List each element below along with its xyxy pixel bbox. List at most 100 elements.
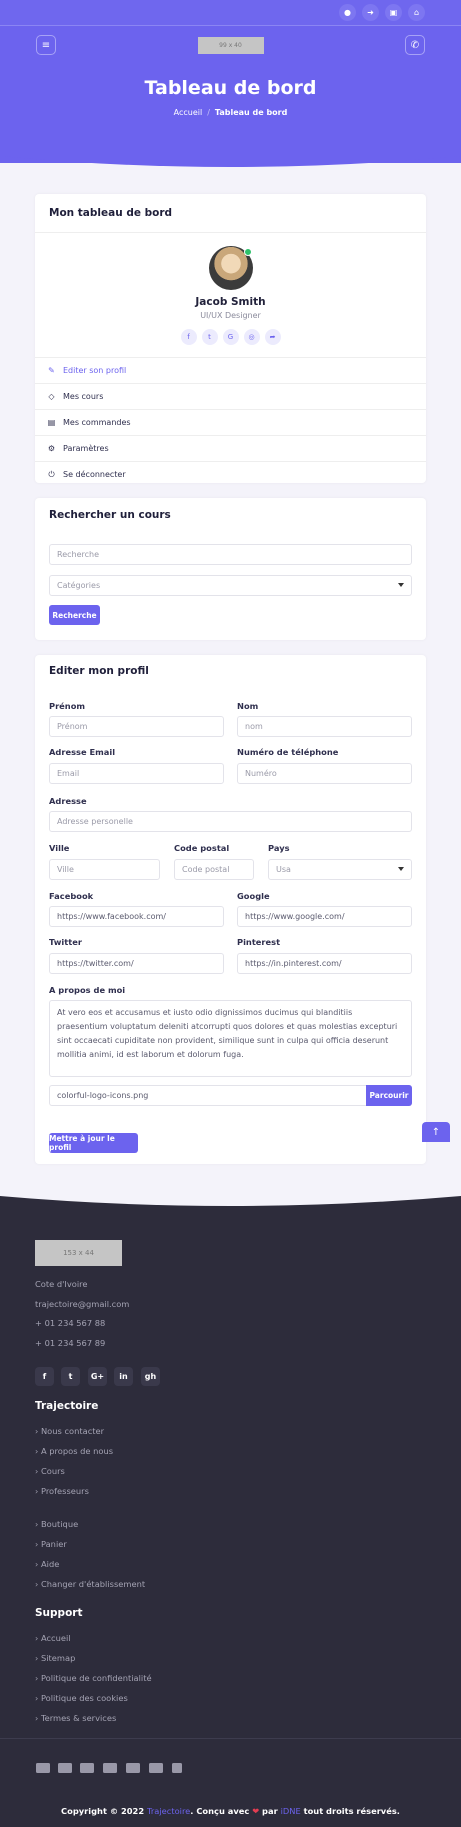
nom-label: Nom [237, 701, 259, 711]
dashboard-menu: ✎ Editer son profil ◇ Mes cours ▤ Mes comma… [35, 357, 426, 487]
search-card: Rechercher un cours Recherche Catégories… [35, 498, 426, 640]
discover-icon [126, 1763, 140, 1773]
menu-item-edit-profile[interactable]: ✎ Editer son profil [35, 357, 426, 383]
pinterest-input[interactable]: https://in.pinterest.com/ [237, 953, 412, 974]
update-profile-button[interactable]: Mettre à jour le profil [49, 1133, 138, 1153]
postal-code-input[interactable]: Code postal [174, 859, 254, 880]
footer-twitter-icon[interactable]: t [61, 1367, 80, 1386]
footer-support-title: Support [35, 1607, 83, 1619]
city-input[interactable]: Ville [49, 859, 160, 880]
email-input[interactable]: Email [49, 763, 224, 784]
layers-icon: ◇ [48, 392, 55, 401]
copyright-brand[interactable]: Trajectoire [147, 1806, 190, 1816]
phone-icon[interactable]: ✆ [405, 35, 425, 55]
about-label: A propos de moi [49, 985, 126, 995]
sign-in-icon[interactable]: ➜ [362, 4, 379, 21]
dribbble-icon[interactable]: ◎ [243, 329, 260, 345]
prenom-input[interactable]: Prénom [49, 716, 224, 737]
facebook-icon[interactable]: f [180, 329, 197, 345]
footer-email[interactable]: trajectoire@gmail.com [35, 1299, 129, 1309]
copyright-prefix: Copyright © 2022 [61, 1806, 145, 1816]
profile-social-links: f t G ◎ ➦ [35, 329, 426, 345]
breadcrumb-separator: / [207, 108, 210, 117]
footer-phone-2[interactable]: + 01 234 567 89 [35, 1338, 105, 1348]
search-input[interactable]: Recherche [49, 544, 412, 565]
visa-icon [58, 1763, 72, 1773]
country-select[interactable]: Usa [268, 859, 412, 880]
menu-item-settings[interactable]: ⚙ Paramètres [35, 435, 426, 461]
menu-icon[interactable]: ≡ [36, 35, 56, 55]
footer-link[interactable]: › Termes & services [35, 1713, 116, 1723]
footer-location: Cote d'Ivoire [35, 1279, 88, 1289]
footer-link[interactable]: › Nous contacter [35, 1426, 104, 1436]
footer-link-label: A propos de nous [40, 1446, 114, 1456]
footer-wave [0, 1194, 461, 1206]
footer-link[interactable]: › Cours [35, 1466, 65, 1476]
calendar-icon: ▤ [47, 418, 56, 427]
footer-link[interactable]: › Politique de confidentialité [35, 1673, 152, 1683]
navbar: ≡ 99 x 40 ✆ [36, 31, 425, 59]
copyright-author[interactable]: iDNE [281, 1806, 301, 1816]
home-icon[interactable]: ⌂ [408, 4, 425, 21]
footer-link[interactable]: › Politique des cookies [35, 1693, 128, 1703]
scroll-to-top-button[interactable]: ↑ [422, 1122, 450, 1142]
footer-link[interactable]: › Panier [35, 1539, 67, 1549]
cart-icon[interactable]: ▣ [385, 4, 402, 21]
settings-icon: ⚙ [47, 444, 56, 453]
footer-link[interactable]: › Boutique [35, 1519, 78, 1529]
footer-link[interactable]: › Changer d'établissement [35, 1579, 145, 1589]
footer-link-label: Termes & services [40, 1713, 117, 1723]
phone-label: Numéro de téléphone [237, 747, 339, 757]
category-select[interactable]: Catégories [49, 575, 412, 596]
profile-name: Jacob Smith [195, 296, 266, 308]
twitter-input[interactable]: https://twitter.com/ [49, 953, 224, 974]
footer-link-label: Changer d'établissement [40, 1579, 146, 1589]
footer-link-label: Accueil [40, 1633, 71, 1643]
footer-link[interactable]: › Professeurs [35, 1486, 89, 1496]
share-icon[interactable]: ➦ [264, 329, 281, 345]
menu-item-my-courses[interactable]: ◇ Mes cours [35, 383, 426, 409]
menu-item-label: Se déconnecter [63, 470, 126, 479]
online-status-icon [243, 248, 252, 256]
logo[interactable]: 99 x 40 [197, 36, 264, 54]
footer-link-label: Nous contacter [40, 1426, 105, 1436]
footer-phone-1[interactable]: + 01 234 567 88 [35, 1318, 105, 1328]
dashboard-title: Mon tableau de bord [49, 207, 173, 219]
footer-linkedin-icon[interactable]: in [114, 1367, 133, 1386]
arrow-up-icon: ↑ [431, 1126, 441, 1138]
power-icon: ⏻ [48, 469, 55, 479]
nom-input[interactable]: nom [237, 716, 412, 737]
footer-divider [0, 1738, 461, 1739]
user-icon[interactable]: ● [339, 4, 356, 21]
browse-button[interactable]: Parcourir [366, 1085, 412, 1106]
footer-link-label: Politique de confidentialité [40, 1673, 152, 1683]
country-select-value: Usa [276, 865, 291, 874]
avatar[interactable] [208, 246, 253, 290]
footer-google-plus-icon[interactable]: G+ [88, 1367, 107, 1386]
breadcrumb-home[interactable]: Accueil [174, 108, 203, 117]
file-input[interactable]: colorful-logo-icons.png [49, 1085, 412, 1106]
menu-item-label: Paramètres [63, 444, 109, 453]
about-textarea[interactable]: At vero eos et accusamus et iusto odio d… [49, 1000, 412, 1077]
footer-logo[interactable]: 153 x 44 [35, 1240, 122, 1266]
footer-github-icon[interactable]: gh [141, 1367, 160, 1386]
address-input[interactable]: Adresse personelle [49, 811, 412, 832]
menu-item-logout[interactable]: ⏻ Se déconnecter [35, 461, 426, 487]
footer-link[interactable]: › Sitemap [35, 1653, 75, 1663]
dashboard-card-header: Mon tableau de bord [35, 194, 426, 233]
file-name: colorful-logo-icons.png [57, 1091, 149, 1100]
facebook-input[interactable]: https://www.facebook.com/ [49, 906, 224, 927]
phone-input[interactable]: Numéro [237, 763, 412, 784]
twitter-icon[interactable]: t [201, 329, 218, 345]
search-button[interactable]: Recherche [49, 605, 100, 625]
footer-link[interactable]: › Accueil [35, 1633, 71, 1643]
footer-facebook-icon[interactable]: f [35, 1367, 54, 1386]
copyright: Copyright © 2022 Trajectoire. Conçu avec… [0, 1806, 461, 1816]
google-input[interactable]: https://www.google.com/ [237, 906, 412, 927]
google-icon[interactable]: G [222, 329, 239, 345]
credit-card-icon [80, 1763, 94, 1773]
profile-summary: Jacob Smith UI/UX Designer f t G ◎ ➦ [35, 233, 426, 345]
menu-item-my-orders[interactable]: ▤ Mes commandes [35, 409, 426, 435]
footer-link[interactable]: › A propos de nous [35, 1446, 113, 1456]
footer-link[interactable]: › Aide [35, 1559, 59, 1569]
